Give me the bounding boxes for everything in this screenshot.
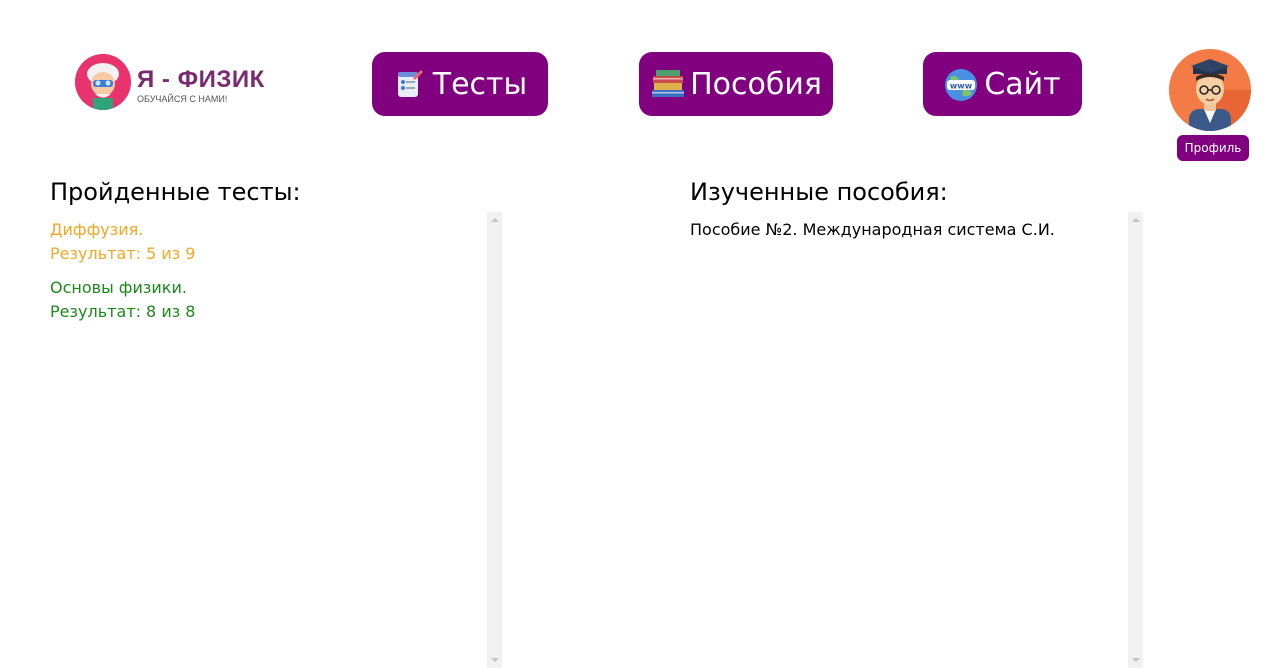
profile-avatar[interactable]	[1169, 49, 1251, 131]
list-item: Пособие №2. Международная система С.И.	[690, 220, 1055, 239]
tests-button[interactable]: Тесты	[372, 52, 548, 116]
site-button[interactable]: www Сайт	[923, 52, 1082, 116]
passed-tests-scrollbar[interactable]	[487, 212, 502, 668]
scientist-logo-icon	[75, 54, 131, 110]
profile-button[interactable]: Профиль	[1177, 135, 1249, 161]
list-item: Основы физики. Результат: 8 из 8	[50, 276, 480, 324]
logo-subtitle: ОБУЧАЙСЯ С НАМИ!	[137, 94, 228, 104]
site-logo[interactable]: Я - ФИЗИК ОБУЧАЙСЯ С НАМИ!	[75, 53, 275, 113]
studied-manuals-list: Пособие №2. Международная система С.И.	[690, 218, 1120, 242]
globe-www-icon: www	[944, 68, 978, 101]
test-name: Диффузия.	[50, 220, 144, 239]
svg-text:www: www	[950, 82, 973, 91]
list-item: Диффузия. Результат: 5 из 9	[50, 218, 480, 266]
books-icon	[650, 68, 685, 100]
passed-tests-list: Диффузия. Результат: 5 из 9 Основы физик…	[50, 218, 480, 334]
test-result: Результат: 8 из 8	[50, 302, 196, 321]
scroll-up-icon[interactable]	[491, 218, 499, 222]
test-name: Основы физики.	[50, 278, 187, 297]
passed-tests-panel[interactable]: Диффузия. Результат: 5 из 9 Основы физик…	[50, 212, 502, 668]
scroll-down-icon[interactable]	[1132, 658, 1140, 662]
passed-tests-title: Пройденные тесты:	[50, 178, 301, 206]
studied-manuals-scrollbar[interactable]	[1128, 212, 1143, 668]
logo-title: Я - ФИЗИК	[137, 66, 265, 93]
manuals-button-label: Пособия	[690, 66, 822, 102]
scroll-down-icon[interactable]	[491, 658, 499, 662]
scroll-up-icon[interactable]	[1132, 218, 1140, 222]
studied-manuals-panel[interactable]: Пособие №2. Международная система С.И.	[690, 212, 1143, 668]
checklist-icon	[393, 68, 425, 100]
manuals-button[interactable]: Пособия	[639, 52, 833, 116]
site-button-label: Сайт	[984, 66, 1061, 102]
tests-button-label: Тесты	[432, 66, 528, 102]
studied-manuals-title: Изученные пособия:	[690, 178, 948, 206]
graduate-avatar-icon	[1169, 49, 1251, 131]
test-result: Результат: 5 из 9	[50, 244, 196, 263]
